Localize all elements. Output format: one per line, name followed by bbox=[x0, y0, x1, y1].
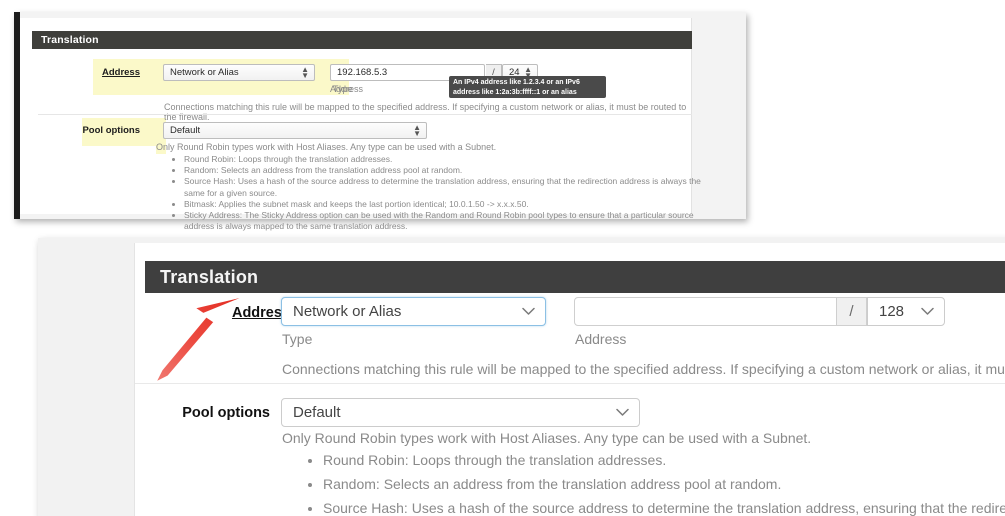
bottom-section-header: Translation bbox=[145, 261, 1005, 293]
top-pool-help-text: Only Round Robin types work with Host Al… bbox=[156, 142, 497, 152]
bottom-pool-select-value: Default bbox=[293, 404, 341, 421]
list-item: Random: Selects an address from the tran… bbox=[184, 165, 710, 176]
bottom-pool-help-text: Only Round Robin types work with Host Al… bbox=[282, 430, 812, 446]
top-type-select-value: Network or Alias bbox=[170, 67, 239, 78]
bottom-pool-bullet-list: Round Robin: Loops through the translati… bbox=[305, 448, 1005, 516]
top-pool-options-select[interactable]: Default ▲ ▼ bbox=[163, 122, 427, 139]
bottom-address-help-text: Connections matching this rule will be m… bbox=[282, 361, 1005, 377]
top-address-label: Address bbox=[101, 67, 140, 78]
bottom-pool-options-label: Pool options bbox=[182, 405, 270, 421]
spinner-updown-icon: ▲▼ bbox=[413, 123, 421, 138]
zoomed-screenshot-panel: Translation Address Network or Alias / 1… bbox=[38, 238, 1005, 516]
bottom-type-sublabel: Type bbox=[282, 331, 313, 347]
top-pool-options-label: Pool options bbox=[82, 125, 140, 136]
top-translation-card: Translation Address Network or Alias ▲ ▼ … bbox=[20, 18, 701, 231]
list-item: Round Robin: Loops through the translati… bbox=[184, 154, 710, 165]
top-pool-select-value: Default bbox=[170, 125, 201, 136]
chevron-down-icon bbox=[616, 399, 629, 426]
top-pool-bullet-list: Round Robin: Loops through the translati… bbox=[172, 154, 710, 232]
bottom-address-input[interactable] bbox=[574, 297, 837, 326]
bottom-mask-select[interactable]: 128 bbox=[867, 297, 945, 326]
bottom-address-label: Address bbox=[231, 305, 290, 321]
bottom-type-select-value: Network or Alias bbox=[293, 303, 402, 320]
list-item: Random: Selects an address from the tran… bbox=[323, 472, 1005, 496]
screenshot-stage: Translation Address Network or Alias ▲ ▼ … bbox=[0, 0, 1005, 516]
top-address-sublabel: Address bbox=[330, 84, 364, 94]
list-item: Round Robin: Loops through the translati… bbox=[323, 448, 1005, 472]
spinner-updown-icon: ▲▼ bbox=[301, 65, 309, 80]
chevron-down-icon bbox=[522, 298, 535, 325]
chevron-down-icon bbox=[921, 298, 934, 325]
top-address-help-text: Connections matching this rule will be m… bbox=[164, 102, 687, 122]
top-divider bbox=[38, 114, 692, 115]
list-item: Source Hash: Uses a hash of the source a… bbox=[323, 496, 1005, 516]
top-type-select[interactable]: Network or Alias ▲ ▼ bbox=[163, 64, 315, 81]
list-item: Sticky Address: The Sticky Address optio… bbox=[184, 210, 710, 232]
list-item: Bitmask: Applies the subnet mask and kee… bbox=[184, 199, 710, 210]
bottom-slash-separator: / bbox=[837, 297, 867, 326]
reference-screenshot-panel: Translation Address Network or Alias ▲ ▼ … bbox=[14, 12, 746, 231]
list-item: Source Hash: Uses a hash of the source a… bbox=[184, 176, 710, 198]
top-section-header: Translation bbox=[32, 31, 692, 49]
bottom-pool-options-select[interactable]: Default bbox=[281, 398, 640, 427]
bottom-translation-card: Translation Address Network or Alias / 1… bbox=[134, 243, 1005, 516]
bottom-mask-select-value: 128 bbox=[879, 303, 905, 320]
bottom-divider bbox=[135, 383, 1005, 384]
bottom-type-select[interactable]: Network or Alias bbox=[281, 297, 546, 326]
address-tooltip: An IPv4 address like 1.2.3.4 or an IPv6 … bbox=[449, 76, 606, 98]
bottom-address-sublabel: Address bbox=[575, 331, 627, 347]
top-address-input-value: 192.168.5.3 bbox=[337, 67, 388, 78]
